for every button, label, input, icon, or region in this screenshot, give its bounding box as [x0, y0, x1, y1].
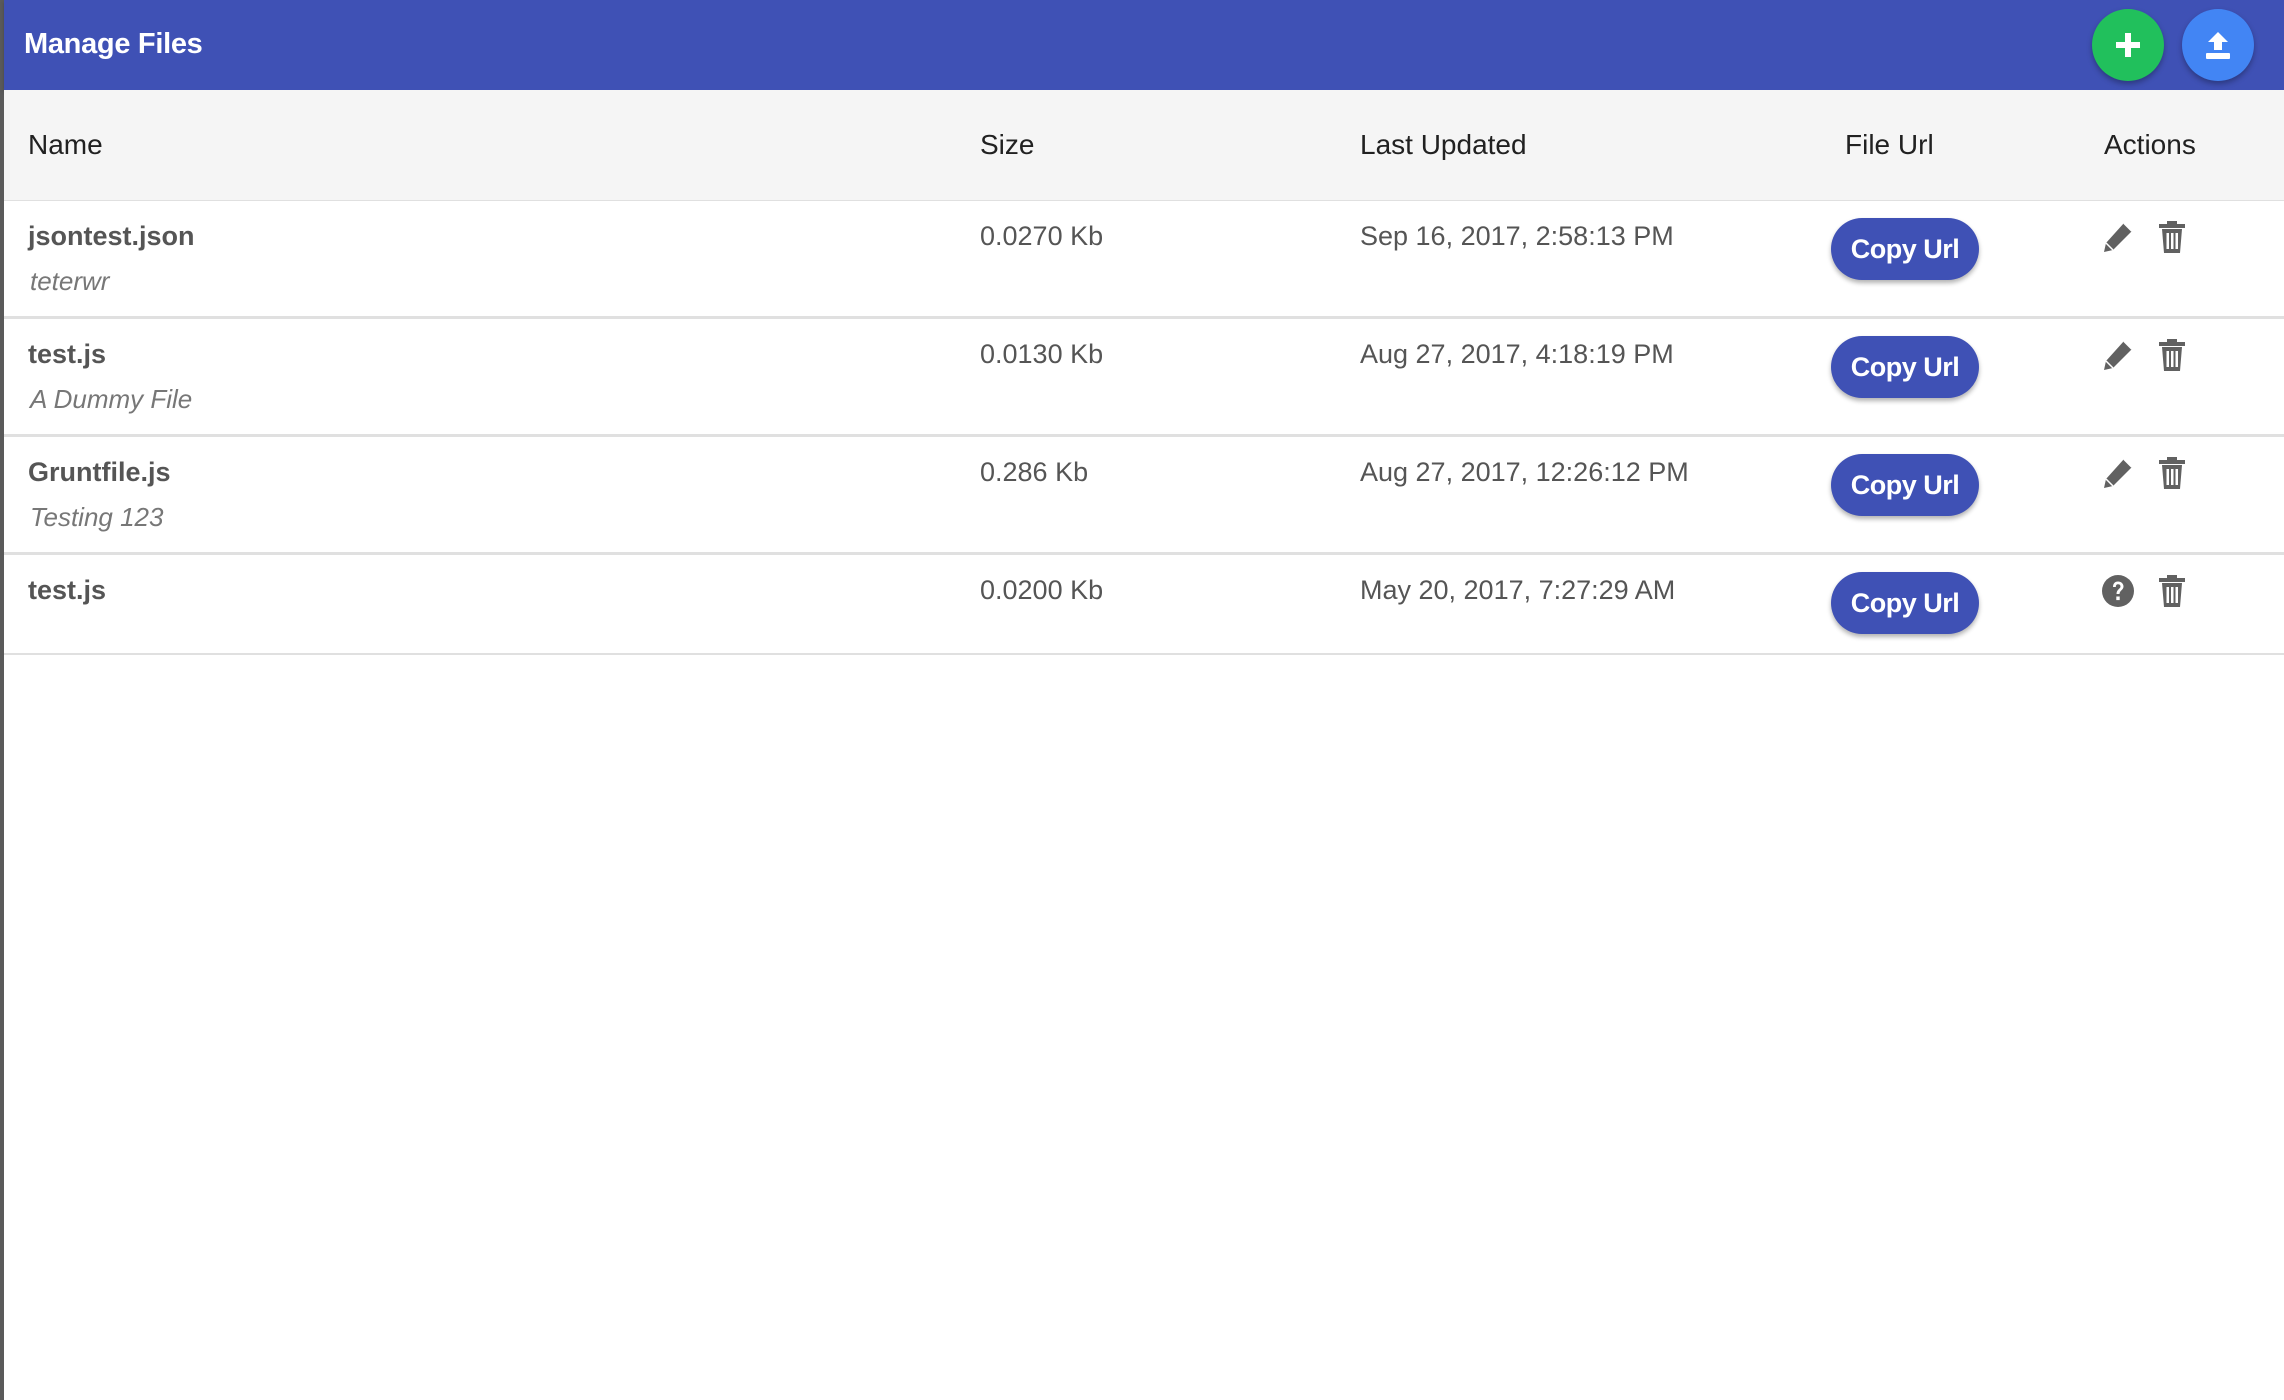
help-circle-icon[interactable]: [2100, 573, 2136, 609]
upload-file-button[interactable]: [2182, 9, 2254, 81]
plus-icon: [2116, 33, 2140, 57]
file-size: 0.0200 Kb: [980, 575, 1104, 605]
header-size: Size: [980, 129, 1035, 160]
table-row: test.js 0.0200 Kb May 20, 2017, 7:27:29 …: [4, 555, 2284, 655]
trash-icon[interactable]: [2154, 219, 2190, 255]
header-file-url: File Url: [1845, 129, 1934, 160]
add-file-button[interactable]: [2092, 9, 2164, 81]
page-title: Manage Files: [24, 28, 203, 60]
table-row: test.js A Dummy File 0.0130 Kb Aug 27, 2…: [4, 319, 2284, 437]
header-name: Name: [28, 129, 103, 160]
file-last-updated: Aug 27, 2017, 12:26:12 PM: [1360, 457, 1689, 487]
table-row: jsontest.json teterwr 0.0270 Kb Sep 16, …: [4, 201, 2284, 319]
file-name: test.js: [28, 575, 107, 605]
file-description: teterwr: [30, 266, 110, 296]
pencil-icon[interactable]: [2100, 455, 2136, 491]
table-header: Name Size Last Updated File Url Actions: [4, 90, 2284, 201]
copy-url-button[interactable]: Copy Url: [1831, 572, 1979, 634]
file-last-updated: Sep 16, 2017, 2:58:13 PM: [1360, 221, 1674, 251]
upload-icon: [2206, 32, 2230, 59]
file-name: jsontest.json: [28, 221, 195, 251]
pencil-icon[interactable]: [2100, 219, 2136, 255]
header-last-updated: Last Updated: [1360, 129, 1527, 160]
file-size: 0.286 Kb: [980, 457, 1089, 487]
table-row: Gruntfile.js Testing 123 0.286 Kb Aug 27…: [4, 437, 2284, 555]
file-name: test.js: [28, 339, 107, 369]
file-last-updated: May 20, 2017, 7:27:29 AM: [1360, 575, 1676, 605]
file-name: Gruntfile.js: [28, 457, 171, 487]
file-last-updated: Aug 27, 2017, 4:18:19 PM: [1360, 339, 1674, 369]
file-size: 0.0270 Kb: [980, 221, 1104, 251]
trash-icon[interactable]: [2154, 337, 2190, 373]
file-description: Testing 123: [30, 502, 164, 532]
copy-url-button[interactable]: Copy Url: [1831, 218, 1979, 280]
trash-icon[interactable]: [2154, 573, 2190, 609]
file-description: A Dummy File: [30, 384, 193, 414]
copy-url-button[interactable]: Copy Url: [1831, 336, 1979, 398]
files-table: Name Size Last Updated File Url Actions …: [4, 90, 2284, 655]
app-bar: Manage Files: [4, 0, 2284, 90]
file-manager-app: Manage Files Name Size Last Updated File…: [0, 0, 2284, 1400]
pencil-icon[interactable]: [2100, 337, 2136, 373]
trash-icon[interactable]: [2154, 455, 2190, 491]
header-actions: Actions: [2104, 129, 2196, 160]
copy-url-button[interactable]: Copy Url: [1831, 454, 1979, 516]
file-size: 0.0130 Kb: [980, 339, 1104, 369]
